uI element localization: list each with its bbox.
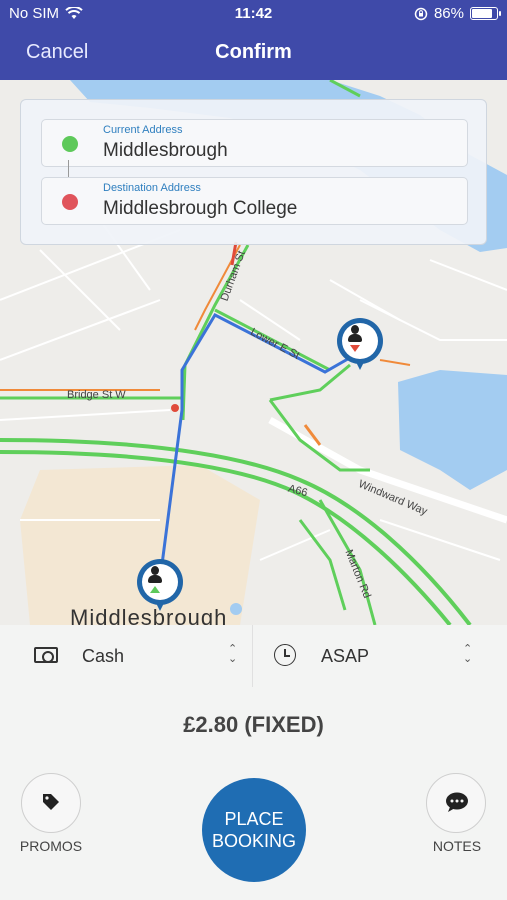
destination-address-field[interactable]: Destination Address Middlesbrough Colleg…: [41, 177, 468, 225]
place-booking-line2: BOOKING: [211, 831, 296, 851]
map-road: [268, 399, 370, 472]
time-label: ASAP: [321, 646, 370, 666]
destination-pin[interactable]: [337, 318, 383, 372]
chat-icon: [446, 792, 468, 812]
destination-address-value: Middlesbrough College: [103, 198, 298, 219]
place-booking-line1: PLACE: [224, 809, 284, 829]
battery-level: [472, 9, 492, 18]
status-bar: No SIM 11:42 86%: [0, 0, 507, 28]
top-bar: No SIM 11:42 86% Cancel Confirm: [0, 0, 507, 80]
current-address-field[interactable]: Current Address Middlesbrough: [41, 119, 468, 167]
pickup-pin[interactable]: [137, 559, 183, 613]
payment-label: Cash: [82, 646, 125, 666]
notes-label: NOTES: [432, 838, 482, 854]
chevron-updown-icon: ⌃ ⌄: [463, 643, 473, 665]
time-selector[interactable]: ASAP ⌃ ⌄: [254, 625, 507, 687]
battery-icon: [470, 7, 501, 20]
fare-price: £2.80 (FIXED): [183, 712, 324, 737]
map-street-label: Bridge St W: [67, 389, 126, 401]
booking-panel: Cash ⌃ ⌄ ASAP ⌃ ⌄ £2.80 (FIXED) PROMOS PLA…: [0, 625, 507, 900]
battery-percent: 86%: [433, 5, 464, 22]
destination-address-label: Destination Address: [103, 182, 201, 194]
person-icon: [348, 325, 362, 345]
current-address-value: Middlesbrough: [103, 140, 228, 161]
destination-location-dot: [62, 194, 78, 210]
address-card: Current Address Middlesbrough Destinatio…: [20, 99, 487, 245]
map-water: [398, 370, 507, 490]
tag-icon: [43, 794, 59, 810]
station-icon: [171, 404, 179, 412]
page-title: Confirm: [215, 41, 292, 63]
current-location-dot: [62, 136, 78, 152]
chevron-updown-icon: ⌃ ⌄: [228, 643, 238, 665]
current-address-label: Current Address: [103, 124, 183, 136]
down-arrow-icon: [350, 345, 360, 352]
promos-button[interactable]: [21, 773, 81, 833]
rotation-lock-icon: [414, 7, 428, 20]
person-icon: [148, 566, 162, 586]
map-road: [379, 359, 411, 366]
payment-selector[interactable]: Cash ⌃ ⌄: [0, 625, 253, 687]
notes-button[interactable]: [426, 773, 486, 833]
up-arrow-icon: [150, 586, 160, 593]
promos-label: PROMOS: [19, 838, 83, 854]
place-booking-button[interactable]: PLACE BOOKING: [202, 778, 306, 882]
cash-icon: [34, 647, 58, 663]
